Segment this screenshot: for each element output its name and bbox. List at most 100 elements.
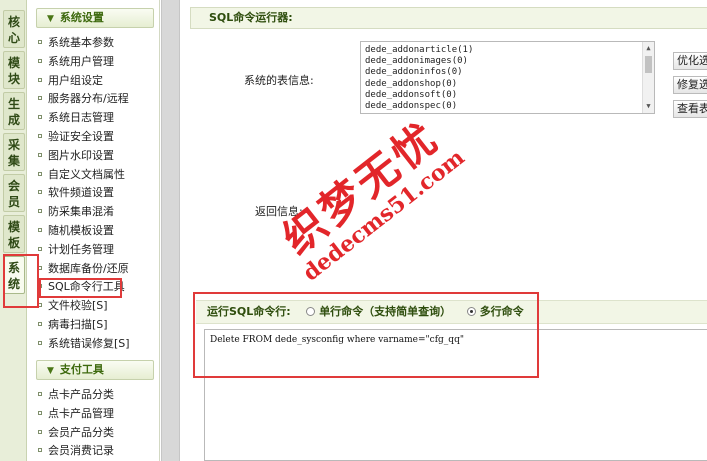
side-menu: ▼ 系统设置 系统基本参数 系统用户管理 用户组设定 服务器分布/远程 系统日志管…: [28, 0, 160, 461]
vtab-label: 会员: [7, 179, 20, 209]
view-table-button[interactable]: 查看表: [673, 100, 707, 118]
table-option[interactable]: dede_addonspec(0): [365, 101, 650, 112]
menu-group-payment-tools[interactable]: ▼ 支付工具: [36, 360, 154, 380]
vtab-generate[interactable]: 生成: [3, 92, 25, 130]
collapse-arrow-icon: ▼: [47, 366, 54, 376]
menu-item[interactable]: 点卡产品管理: [38, 405, 158, 424]
menu-item-label: 系统错误修复[S]: [48, 336, 130, 350]
square-bullet-icon: [38, 392, 42, 396]
vtab-core[interactable]: 核心: [3, 10, 25, 48]
vertical-tab-bar: 核心 模块 生成 采集 会员 模板 系统: [0, 0, 27, 461]
menu-item-label: 文件校验[S]: [48, 299, 108, 313]
table-option[interactable]: dede_addonshop(0): [365, 79, 650, 90]
menu-item[interactable]: 软件频道设置: [38, 184, 158, 203]
menu-item[interactable]: 病毒扫描[S]: [38, 316, 158, 335]
tables-listbox[interactable]: dede_addonarticle(1) dede_addonimages(0)…: [360, 41, 655, 114]
vtab-label: 生成: [7, 97, 20, 127]
menu-item[interactable]: 用户组设定: [38, 72, 158, 91]
square-bullet-icon: [38, 227, 42, 232]
scroll-down-icon[interactable]: ▼: [643, 101, 654, 112]
menu-item[interactable]: 图片水印设置: [38, 147, 158, 166]
optimize-button[interactable]: 优化选: [673, 52, 707, 70]
menu-item[interactable]: 验证安全设置: [38, 128, 158, 147]
collapse-arrow-icon: ▼: [47, 14, 54, 24]
menu-item-label: 系统基本参数: [48, 36, 114, 49]
square-bullet-icon: [38, 96, 42, 101]
menu-item-label: 点卡产品管理: [48, 406, 114, 420]
square-bullet-icon: [38, 40, 42, 44]
menu-item-label: 用户组设定: [48, 73, 103, 87]
listbox-scrollbar[interactable]: ▲ ▼: [642, 42, 654, 113]
menu-item[interactable]: 系统错误修复[S]: [38, 335, 158, 354]
menu-item[interactable]: 服务器分布/远程: [38, 90, 158, 109]
menu-item-label: 随机模板设置: [48, 223, 114, 237]
return-info-label: 返回信息:: [255, 205, 303, 218]
square-bullet-icon: [38, 190, 42, 195]
table-option[interactable]: dede_addoninfos(0): [365, 67, 650, 78]
scroll-thumb[interactable]: [645, 56, 652, 73]
repair-button[interactable]: 修复选: [673, 76, 707, 94]
menu-item-label: 自定义文档属性: [48, 167, 125, 181]
menu-item-label: 计划任务管理: [48, 242, 114, 256]
vtab-template[interactable]: 模板: [3, 215, 25, 253]
vtab-label: 模板: [7, 220, 20, 250]
menu-item-label: 图片水印设置: [48, 148, 114, 162]
square-bullet-icon: [38, 429, 42, 434]
menu-item[interactable]: 点卡产品分类: [38, 386, 158, 405]
menu-group-title: 支付工具: [59, 363, 104, 376]
menu-item-label: 会员消费记录: [48, 444, 114, 458]
table-option[interactable]: dede_addonsoft(0): [365, 90, 650, 101]
square-bullet-icon: [38, 340, 42, 345]
square-bullet-icon: [38, 209, 42, 214]
menu-item-label: 病毒扫描[S]: [48, 317, 108, 331]
main-panel: SQL命令运行器: 系统的表信息: dede_addonarticle(1) d…: [181, 0, 707, 461]
menu-item[interactable]: 文件校验[S]: [38, 297, 158, 316]
square-bullet-icon: [38, 58, 42, 63]
square-bullet-icon: [38, 171, 42, 176]
split-bar[interactable]: [161, 0, 180, 461]
table-option[interactable]: dede_addonarticle(1): [365, 45, 650, 56]
square-bullet-icon: [38, 246, 42, 251]
menu-group-title: 系统设置: [59, 11, 104, 24]
menu-item[interactable]: 会员产品分类: [38, 424, 158, 443]
menu-item-label: 系统用户管理: [48, 54, 114, 68]
square-bullet-icon: [38, 115, 42, 120]
vtab-label: 模块: [7, 56, 20, 86]
menu-item[interactable]: 系统日志管理: [38, 109, 158, 128]
square-bullet-icon: [38, 77, 42, 82]
menu-item[interactable]: 会员消费记录: [38, 442, 158, 461]
menu-item-label: 会员产品分类: [48, 425, 114, 439]
menu-item[interactable]: 数据库备份/还原: [38, 260, 158, 279]
square-bullet-icon: [38, 133, 42, 138]
menu-item[interactable]: 自定义文档属性: [38, 166, 158, 185]
square-bullet-icon: [38, 410, 42, 415]
vtab-label: 采集: [7, 138, 20, 168]
vtab-member[interactable]: 会员: [3, 174, 25, 212]
menu-item-label: 服务器分布/远程: [48, 92, 129, 106]
menu-item-label: 软件频道设置: [48, 186, 114, 200]
scroll-up-icon[interactable]: ▲: [643, 43, 654, 54]
menu-list-payment: 点卡产品分类 点卡产品管理 会员产品分类 会员消费记录: [38, 386, 158, 461]
menu-item-label: 点卡产品分类: [48, 388, 114, 401]
menu-item[interactable]: 计划任务管理: [38, 241, 158, 260]
square-bullet-icon: [38, 152, 42, 157]
vtab-collect[interactable]: 采集: [3, 133, 25, 171]
menu-item[interactable]: 系统用户管理: [38, 53, 158, 72]
page-title: SQL命令运行器:: [190, 7, 707, 29]
vtab-label: 核心: [7, 15, 20, 45]
menu-item[interactable]: 系统基本参数: [38, 34, 158, 53]
menu-item[interactable]: 防采集串混淆: [38, 203, 158, 222]
menu-item-label: 验证安全设置: [48, 129, 114, 143]
vtab-module[interactable]: 模块: [3, 51, 25, 89]
menu-item-label: 防采集串混淆: [48, 205, 114, 219]
annotation-highlight-sql-tool: [39, 278, 122, 298]
square-bullet-icon: [38, 321, 42, 326]
square-bullet-icon: [38, 448, 42, 453]
menu-list-system: 系统基本参数 系统用户管理 用户组设定 服务器分布/远程 系统日志管理 验证安全…: [38, 34, 158, 354]
menu-item-label: 系统日志管理: [48, 111, 114, 125]
table-option[interactable]: dede_addonimages(0): [365, 56, 650, 67]
menu-group-system-settings[interactable]: ▼ 系统设置: [36, 8, 154, 28]
menu-item[interactable]: 随机模板设置: [38, 222, 158, 241]
menu-item-label: 数据库备份/还原: [48, 261, 129, 275]
annotation-highlight-sql-runner: [193, 292, 539, 378]
